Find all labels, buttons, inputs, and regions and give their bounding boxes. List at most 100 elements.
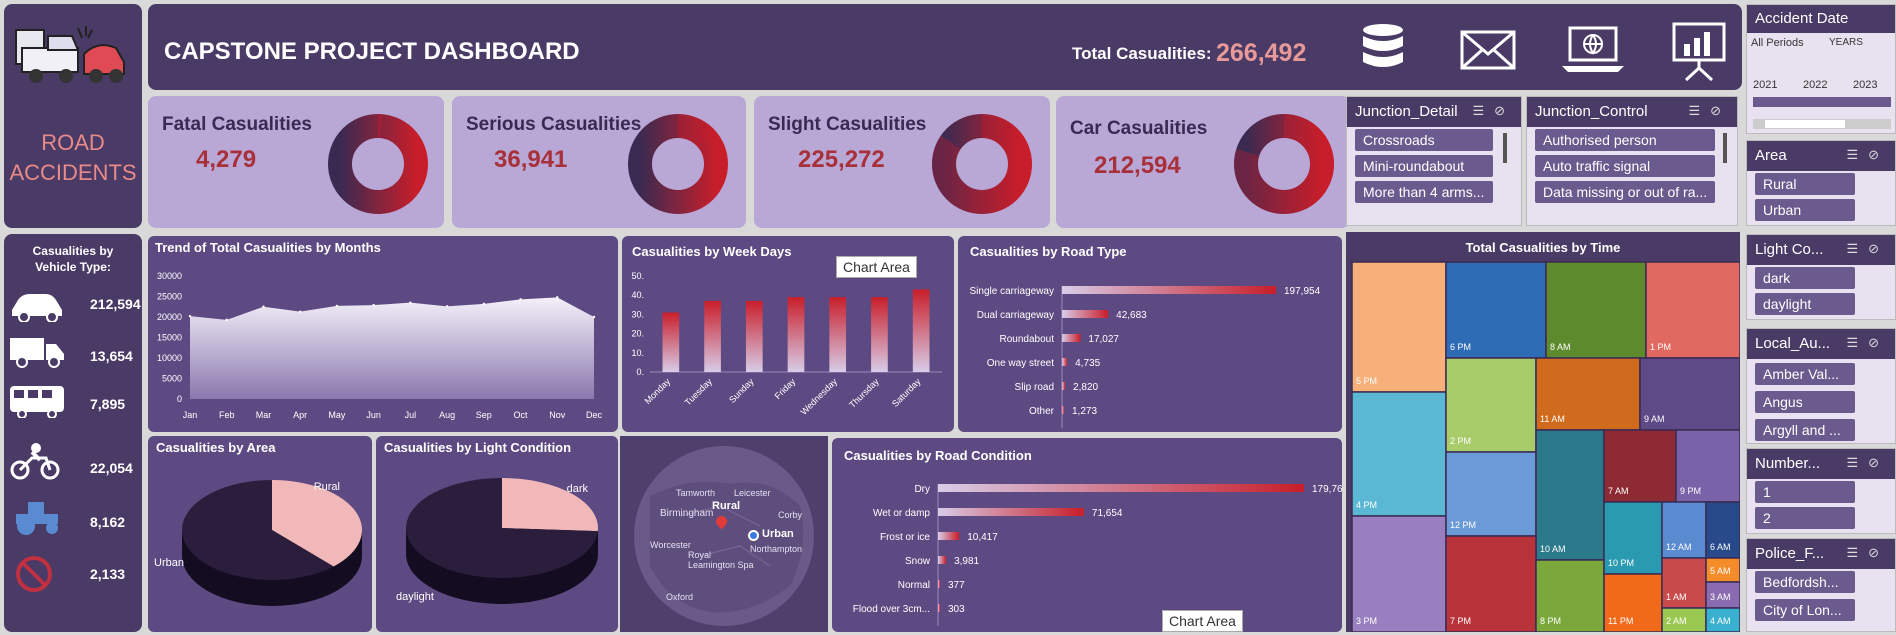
laptop-globe-icon[interactable] bbox=[1560, 24, 1626, 74]
treemap-label: 7 PM bbox=[1450, 616, 1471, 626]
database-icon[interactable] bbox=[1358, 22, 1408, 78]
timeline-scrollbar[interactable] bbox=[1753, 119, 1891, 129]
slicer-item[interactable]: Rural bbox=[1755, 173, 1855, 195]
data-label: 10,417 bbox=[967, 532, 998, 543]
timeline-level[interactable]: YEARS bbox=[1829, 37, 1863, 48]
slicer-scrollbar[interactable] bbox=[1503, 133, 1507, 163]
data-label: 179,760 bbox=[1312, 484, 1342, 495]
treemap-label: 9 AM bbox=[1644, 414, 1665, 424]
light-pie-chart[interactable]: Casualities by Light Condition dark dayli… bbox=[376, 436, 618, 632]
light-condition-slicer[interactable]: Light Co... ☰⊘ dark daylight bbox=[1746, 234, 1896, 320]
bar bbox=[745, 300, 763, 372]
total-casualties-value: 266,492 bbox=[1216, 39, 1307, 67]
slicer-item[interactable]: 1 bbox=[1755, 481, 1855, 503]
road-condition-chart[interactable]: Casualities by Road Condition Dry179,760… bbox=[832, 438, 1342, 632]
police-force-slicer[interactable]: Police_F... ☰⊘ Bedfordsh... City of Lon..… bbox=[1746, 538, 1896, 632]
multi-select-icon[interactable]: ☰⊘ bbox=[1846, 147, 1889, 163]
van-icon bbox=[10, 338, 64, 368]
slicer-item[interactable]: Crossroads bbox=[1355, 129, 1493, 151]
slicer-title: Local_Au... bbox=[1755, 335, 1831, 352]
area-slicer[interactable]: Area ☰⊘ Rural Urban bbox=[1746, 140, 1896, 226]
bar bbox=[1062, 310, 1109, 318]
area-pie-chart[interactable]: Casualities by Area Rural Urban bbox=[148, 436, 372, 632]
data-point bbox=[409, 301, 412, 304]
multi-select-icon[interactable]: ☰⊘ bbox=[1846, 545, 1889, 561]
y-tick-label: 30000 bbox=[157, 271, 182, 281]
map-label: Corby bbox=[778, 510, 803, 520]
treemap-label: 3 PM bbox=[1356, 616, 1377, 626]
presentation-icon[interactable] bbox=[1670, 20, 1728, 82]
timeline-bar[interactable] bbox=[1753, 97, 1891, 107]
car-icon bbox=[12, 294, 62, 322]
kpi-value: 212,594 bbox=[1094, 152, 1181, 179]
x-tick-label: Sep bbox=[476, 410, 492, 420]
slicer-item[interactable]: Mini-roundabout bbox=[1355, 155, 1493, 177]
kpi-label: Car Casualities bbox=[1070, 118, 1208, 139]
bar bbox=[938, 508, 1084, 516]
slicer-item[interactable]: Authorised person bbox=[1535, 129, 1715, 151]
treemap-label: 5 AM bbox=[1710, 566, 1731, 576]
y-tick-label: 20. bbox=[631, 329, 644, 339]
bar bbox=[938, 604, 940, 612]
y-tick-label: 20000 bbox=[157, 312, 182, 322]
slicer-item[interactable]: dark bbox=[1755, 267, 1855, 289]
treemap-tile bbox=[1351, 261, 1447, 393]
multi-select-icon[interactable]: ☰⊘ bbox=[1688, 103, 1731, 119]
vehicle-value: 212,594 bbox=[90, 296, 141, 312]
category-label: One way street bbox=[987, 358, 1054, 369]
y-tick-label: 30. bbox=[631, 309, 644, 319]
multi-select-icon[interactable]: ☰⊘ bbox=[1846, 455, 1889, 471]
urban-dot-icon[interactable] bbox=[748, 530, 759, 541]
timeline-year[interactable]: 2021 bbox=[1753, 79, 1777, 91]
bar bbox=[1062, 286, 1276, 294]
number-slicer[interactable]: Number... ☰⊘ 1 2 bbox=[1746, 448, 1896, 534]
logo-line1: ROAD bbox=[41, 130, 105, 155]
y-tick-label: 5000 bbox=[162, 374, 182, 384]
slicer-item[interactable]: Urban bbox=[1755, 199, 1855, 221]
category-label: Snow bbox=[905, 556, 931, 567]
map-panel[interactable]: Tamworth Leicester Birmingham Rural Corb… bbox=[620, 436, 828, 632]
multi-select-icon[interactable]: ☰⊘ bbox=[1846, 241, 1889, 257]
slicer-item[interactable]: Argyll and ... bbox=[1755, 419, 1855, 441]
map-label: Birmingham bbox=[660, 508, 714, 519]
x-tick-label: Mar bbox=[256, 410, 272, 420]
slicer-item[interactable]: daylight bbox=[1755, 293, 1855, 315]
monthly-trend-chart[interactable]: Trend of Total Casualities by Months 300… bbox=[148, 236, 618, 432]
junction-detail-slicer[interactable]: Junction_Detail ☰⊘ Crossroads Mini-rounda… bbox=[1346, 96, 1522, 226]
slice-label: Urban bbox=[154, 557, 184, 569]
multi-select-icon[interactable]: ☰⊘ bbox=[1472, 103, 1515, 119]
map-label: Worcester bbox=[650, 540, 691, 550]
data-point bbox=[262, 305, 265, 308]
bar bbox=[1062, 382, 1066, 390]
road-condition-plot: Dry 179,760 Wet or damp 71,654 Frost or ice 1… bbox=[853, 484, 1342, 626]
kpi-card-slight: Slight Casualities 225,272 bbox=[754, 96, 1050, 228]
slicer-item[interactable]: 2 bbox=[1755, 507, 1855, 529]
category-label: Single carriageway bbox=[970, 286, 1055, 297]
slicer-header: Junction_Control ☰⊘ bbox=[1527, 97, 1737, 127]
accident-date-timeline[interactable]: Accident Date All Periods YEARS 2021 202… bbox=[1746, 4, 1896, 134]
bar bbox=[1062, 334, 1081, 342]
slicer-item[interactable]: City of Lon... bbox=[1755, 599, 1855, 621]
bar bbox=[938, 580, 940, 588]
slicer-item[interactable]: Data missing or out of ra... bbox=[1535, 181, 1715, 203]
treemap-label: 2 PM bbox=[1450, 436, 1471, 446]
weekday-chart[interactable]: Casualities by Week Days Chart Area 50. 4… bbox=[622, 236, 954, 432]
slicer-scrollbar[interactable] bbox=[1723, 133, 1727, 163]
mail-icon[interactable] bbox=[1460, 30, 1516, 70]
slicer-item[interactable]: More than 4 arms... bbox=[1355, 181, 1493, 203]
multi-select-icon[interactable]: ☰⊘ bbox=[1846, 335, 1889, 351]
slicer-item[interactable]: Amber Val... bbox=[1755, 363, 1855, 385]
slicer-item[interactable]: Bedfordsh... bbox=[1755, 571, 1855, 593]
timeline-year[interactable]: 2023 bbox=[1853, 79, 1877, 91]
slicer-item[interactable]: Auto traffic signal bbox=[1535, 155, 1715, 177]
data-point bbox=[225, 318, 228, 322]
timeline-period[interactable]: All Periods bbox=[1751, 37, 1804, 49]
slicer-item[interactable]: Angus bbox=[1755, 391, 1855, 413]
data-label: 377 bbox=[948, 580, 965, 591]
slicer-title: Area bbox=[1755, 147, 1787, 164]
time-treemap-chart[interactable]: Total Casualities by Time 5 PM 6 PM 8 AM 1 … bbox=[1346, 232, 1740, 632]
road-type-chart[interactable]: Casualities by Road Type Single carriage… bbox=[958, 236, 1342, 432]
timeline-year[interactable]: 2022 bbox=[1803, 79, 1827, 91]
junction-control-slicer[interactable]: Junction_Control ☰⊘ Authorised person Aut… bbox=[1526, 96, 1738, 226]
local-authority-slicer[interactable]: Local_Au... ☰⊘ Amber Val... Angus Argyll … bbox=[1746, 328, 1896, 444]
